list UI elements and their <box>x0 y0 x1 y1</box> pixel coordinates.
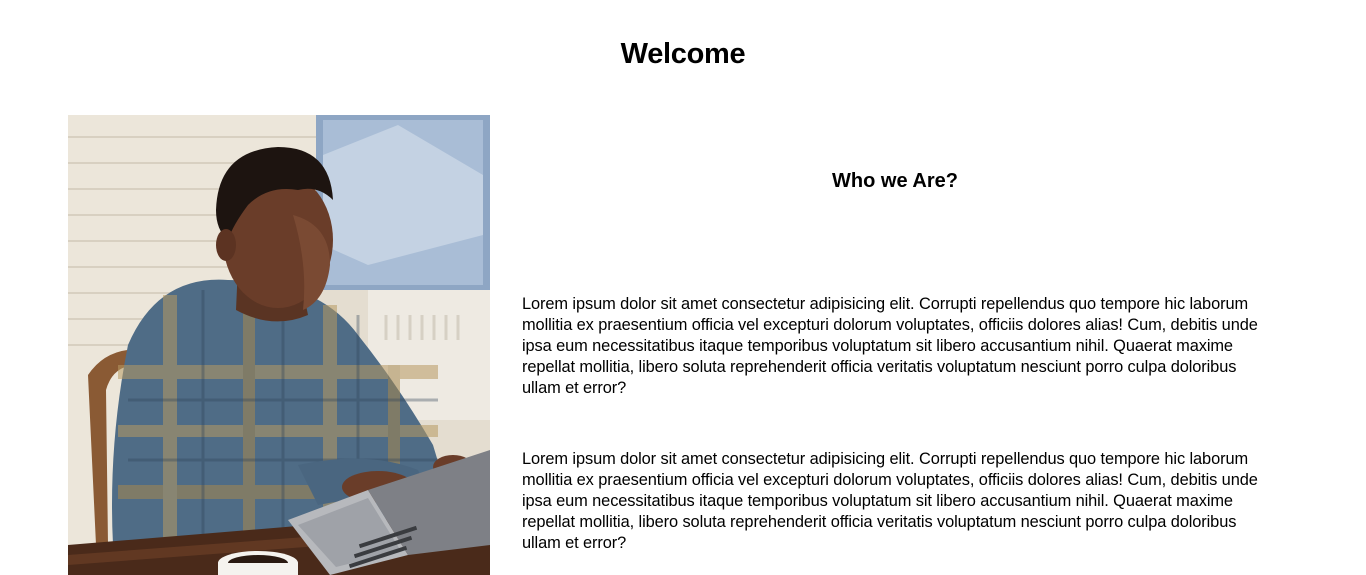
section-title: Who we Are? <box>832 170 958 192</box>
page: Welcome Who we Are? Lorem ipsum dolor si… <box>0 0 1366 575</box>
page-title: Welcome <box>620 38 746 70</box>
about-paragraph: Lorem ipsum dolor sit amet consectetur a… <box>522 450 1258 552</box>
man-with-laptop-photo <box>68 115 490 575</box>
about-paragraph: Lorem ipsum dolor sit amet consectetur a… <box>522 295 1258 397</box>
hero-photo <box>68 115 490 575</box>
